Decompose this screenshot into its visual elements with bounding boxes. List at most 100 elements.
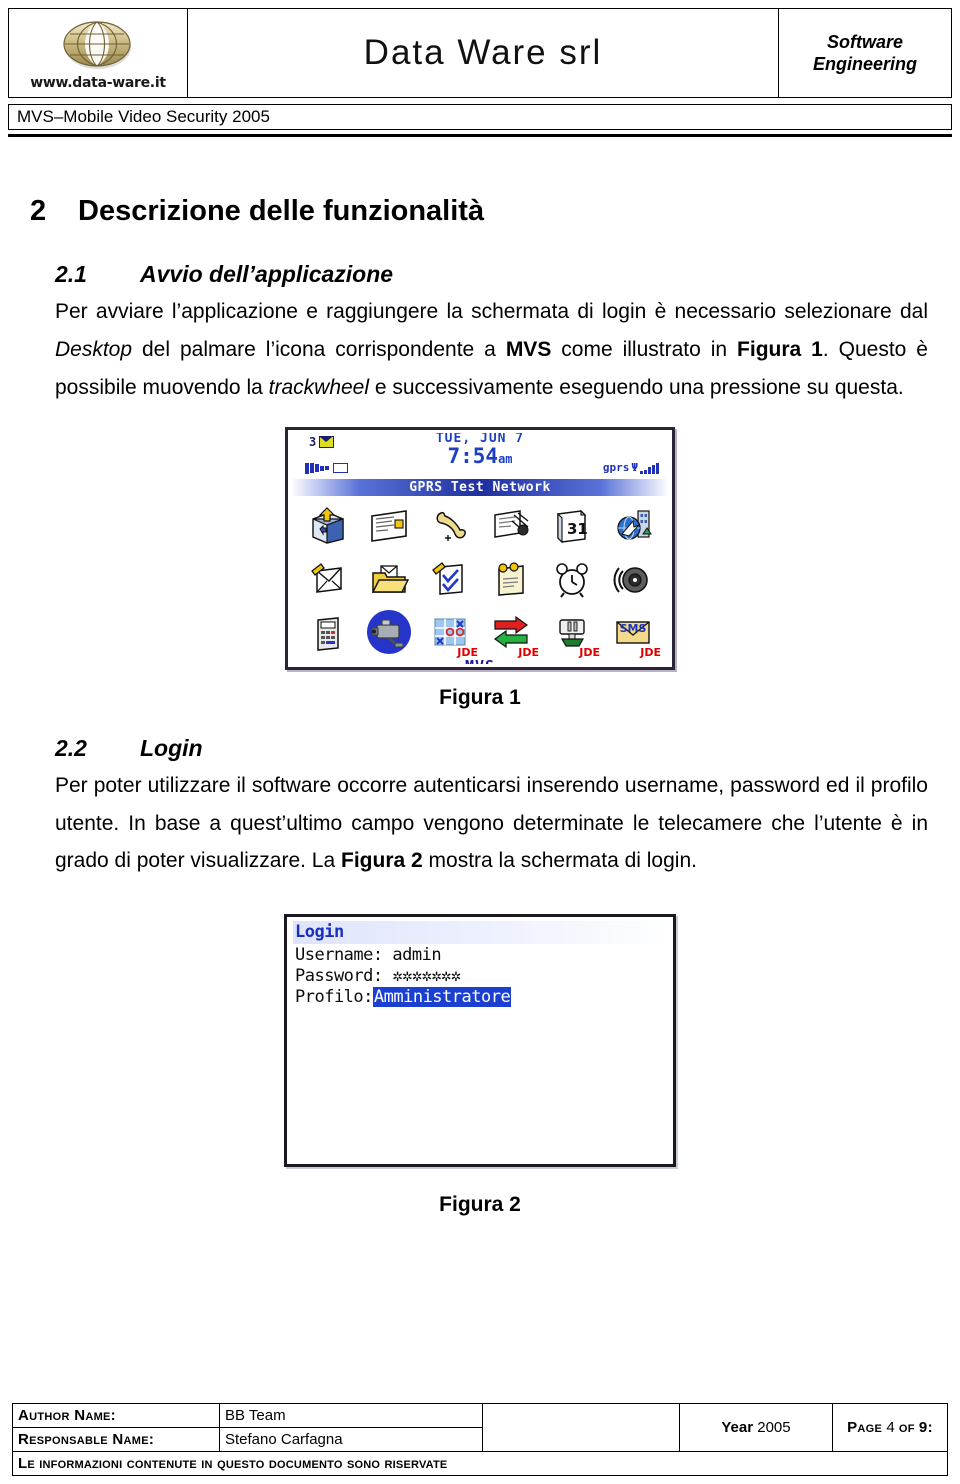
responsable-label: Responsable Name: bbox=[12, 1427, 220, 1452]
paragraph-2-1: Per avviare l’applicazione e raggiungere… bbox=[30, 293, 930, 406]
username-field[interactable]: admin bbox=[392, 945, 441, 965]
compose-email-icon[interactable] bbox=[297, 553, 358, 607]
confidentiality-notice: Le informazioni contenute in questo docu… bbox=[12, 1451, 948, 1476]
author-value: BB Team bbox=[219, 1403, 483, 1428]
author-label: Author Name: bbox=[12, 1403, 220, 1428]
calculator-icon[interactable] bbox=[297, 607, 358, 661]
document-subtitle: MVS–Mobile Video Security 2005 bbox=[17, 107, 270, 126]
header-divider-rule bbox=[8, 134, 952, 137]
memopad-notes-icon[interactable] bbox=[480, 553, 541, 607]
password-row: Password: ✲✲✲✲✲✲✲ bbox=[293, 966, 667, 986]
sms-icon[interactable]: SMS JDE bbox=[602, 607, 663, 661]
subsection-number-2-2: 2.2 bbox=[55, 734, 87, 761]
compose-box-icon[interactable] bbox=[297, 499, 358, 553]
phone-handset-icon[interactable] bbox=[419, 499, 480, 553]
section-title: Descrizione delle funzionalità bbox=[78, 195, 485, 227]
login-title-row: Login bbox=[293, 921, 667, 945]
alarm-clock-icon[interactable] bbox=[541, 553, 602, 607]
signal-bars-icon bbox=[640, 462, 659, 474]
page-cell: Page 4 of 9: bbox=[832, 1403, 948, 1452]
figure-2-caption: Figura 2 bbox=[439, 1193, 521, 1217]
header-logo-cell: www.data-ware.it bbox=[8, 8, 188, 98]
document-subtitle-bar: MVS–Mobile Video Security 2005 bbox=[8, 104, 952, 130]
network-banner: GPRS Test Network bbox=[291, 478, 669, 496]
messages-screen-icon[interactable] bbox=[358, 499, 419, 553]
para1-italic-desktop: Desktop bbox=[55, 337, 133, 361]
table-row: Author Name: BB Team Year 2005 Page 4 of… bbox=[12, 1403, 948, 1452]
blackberry-device-screenshot: 3 TUE, JUN 7 7:54am gprs Ψ GPRS Test Net… bbox=[285, 426, 675, 670]
para1-text-3: come illustrato in bbox=[551, 337, 738, 361]
document-header: www.data-ware.it Data Ware srl Software … bbox=[8, 8, 952, 98]
paragraph-2-2: Per poter utilizzare il software occorre… bbox=[30, 767, 930, 880]
responsable-value: Stefano Carfagna bbox=[219, 1427, 483, 1452]
document-footer: Author Name: BB Team Year 2005 Page 4 of… bbox=[12, 1403, 948, 1476]
page-title: 2 Descrizione delle funzionalità bbox=[30, 195, 930, 228]
jde-tag-label: JDE bbox=[518, 645, 539, 659]
login-screen-title: Login bbox=[295, 922, 344, 943]
subsection-heading-2-2: 2.2 Login bbox=[30, 734, 930, 761]
svg-text:SMS: SMS bbox=[619, 622, 646, 635]
page-of-label: of bbox=[898, 1419, 915, 1436]
login-screen-screenshot: Login Username: admin Password: ✲✲✲✲✲✲✲ … bbox=[284, 914, 676, 1168]
para1-text-2: del palmare l’icona corrispondente a bbox=[132, 337, 506, 361]
para2-bold-figura2: Figura 2 bbox=[341, 849, 423, 873]
page-total: 9: bbox=[918, 1419, 933, 1436]
password-label: Password: bbox=[295, 966, 383, 987]
figure-1-caption: Figura 1 bbox=[439, 685, 521, 709]
header-tagline-cell: Software Engineering bbox=[778, 8, 952, 98]
device-ampm: am bbox=[498, 451, 513, 466]
table-row: Le informazioni contenute in questo docu… bbox=[12, 1451, 948, 1476]
password-field[interactable]: ✲✲✲✲✲✲✲ bbox=[392, 966, 461, 986]
footer-blank-cell bbox=[482, 1403, 680, 1452]
para1-text-1: Per avviare l’applicazione e raggiungere… bbox=[55, 300, 928, 324]
page-number: 4 bbox=[886, 1419, 895, 1436]
username-row: Username: admin bbox=[293, 945, 667, 965]
signal-strength-indicator: gprs Ψ bbox=[603, 461, 659, 474]
antenna-icon: Ψ bbox=[631, 460, 638, 474]
username-label: Username: bbox=[295, 945, 383, 966]
section-number: 2 bbox=[30, 195, 47, 227]
saved-messages-icon[interactable] bbox=[480, 499, 541, 553]
tagline-line-2: Engineering bbox=[812, 54, 917, 74]
page-label: Page bbox=[847, 1419, 883, 1436]
subsection-number-2-1: 2.1 bbox=[55, 260, 87, 287]
plug-connector-icon[interactable]: JDE bbox=[541, 607, 602, 661]
battery-indicator-icon bbox=[305, 462, 348, 474]
transfer-arrows-icon[interactable]: JDE bbox=[480, 607, 541, 661]
calendar-icon[interactable]: 31 bbox=[541, 499, 602, 553]
document-body: 2 Descrizione delle funzionalità 2.1 Avv… bbox=[30, 195, 930, 1217]
tictactoe-game-icon[interactable]: JDE bbox=[419, 607, 480, 661]
browser-globe-icon[interactable] bbox=[602, 499, 663, 553]
profile-label: Profilo: bbox=[295, 987, 373, 1008]
year-value: 2005 bbox=[757, 1419, 791, 1436]
company-title: Data Ware srl bbox=[363, 33, 603, 72]
figure-1-block: 3 TUE, JUN 7 7:54am gprs Ψ GPRS Test Net… bbox=[30, 426, 930, 670]
globe-logo-icon bbox=[61, 17, 135, 73]
jde-tag-label: JDE bbox=[579, 645, 600, 659]
para1-bold-figura1: Figura 1 bbox=[737, 337, 823, 361]
header-company-cell: Data Ware srl bbox=[187, 8, 779, 98]
tasks-checklist-icon[interactable] bbox=[419, 553, 480, 607]
footer-table: Author Name: BB Team Year 2005 Page 4 of… bbox=[12, 1403, 948, 1476]
device-app-grid: 31 JDE JDE JDE SMS JDE bbox=[291, 496, 669, 661]
mvs-camera-icon[interactable] bbox=[358, 607, 419, 661]
figure-2-block: Login Username: admin Password: ✲✲✲✲✲✲✲ … bbox=[30, 914, 930, 1168]
signal-network-label: gprs bbox=[602, 460, 630, 474]
device-time: 7:54 bbox=[447, 443, 499, 468]
svg-text:31: 31 bbox=[567, 520, 588, 538]
jde-tag-label: JDE bbox=[457, 645, 478, 659]
profiles-speaker-icon[interactable] bbox=[602, 553, 663, 607]
jde-tag-label: JDE bbox=[640, 645, 661, 659]
tagline-line-1: Software bbox=[826, 31, 904, 52]
para1-italic-trackwheel: trackwheel bbox=[268, 375, 370, 399]
para2-text-2: mostra la schermata di login. bbox=[422, 849, 697, 873]
network-banner-text: GPRS Test Network bbox=[409, 479, 551, 495]
folder-messages-icon[interactable] bbox=[358, 553, 419, 607]
logo-url-text: www.data-ware.it bbox=[30, 74, 166, 91]
year-label: Year bbox=[721, 1419, 754, 1436]
profile-select[interactable]: Amministratore bbox=[372, 987, 512, 1008]
subsection-heading-2-1: 2.1 Avvio dell’applicazione bbox=[30, 260, 930, 287]
device-status-bar: 3 TUE, JUN 7 7:54am gprs Ψ bbox=[291, 433, 669, 479]
subsection-title-2-2: Login bbox=[140, 734, 203, 761]
para1-bold-mvs: MVS bbox=[505, 337, 552, 361]
